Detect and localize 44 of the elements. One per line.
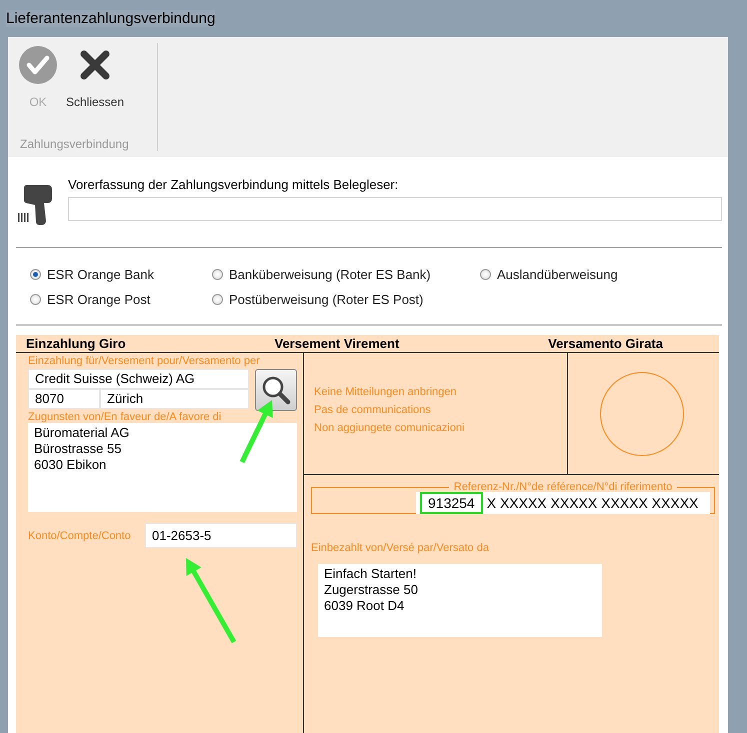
beneficiary-address-field[interactable]: Büromaterial AG Bürostrasse 55 6030 Ebikon xyxy=(28,423,297,512)
slip-heading: Versamento Girata xyxy=(548,336,663,352)
payer-address-field[interactable]: Einfach Starten! Zugerstrasse 50 6039 Root D4 xyxy=(318,564,602,637)
radio-button[interactable] xyxy=(30,294,41,305)
field-label: Konto/Compte/Conto xyxy=(28,530,131,542)
notice-text: Pas de communications xyxy=(314,404,432,416)
close-button[interactable]: Schliessen xyxy=(66,43,124,137)
radio-label[interactable]: Auslandüberweisung xyxy=(497,267,618,282)
field-label: Einzahlung für/Versement pour/Versamento per xyxy=(28,355,261,367)
radio-button[interactable] xyxy=(212,269,223,280)
notice-text: Keine Mitteilungen anbringen xyxy=(314,386,458,398)
address-line: Zugerstrasse 50 xyxy=(324,582,419,598)
radio-label[interactable]: ESR Orange Post xyxy=(47,292,150,307)
check-icon xyxy=(18,45,58,85)
reference-mask: X XXXXX XXXXX XXXXX XXXXX xyxy=(486,495,698,511)
radio-button[interactable] xyxy=(480,269,491,280)
reference-label: Referenz-Nr./N°de référence/N°di riferimento xyxy=(452,482,674,492)
group-label: Zahlungsverbindung xyxy=(19,137,130,151)
scanner-input-field[interactable] xyxy=(68,197,722,221)
notice-text: Non aggiungete comunicazioni xyxy=(314,422,466,434)
radio-label[interactable]: Postüberweisung (Roter ES Post) xyxy=(229,292,424,307)
city-field[interactable]: Zürich xyxy=(100,389,250,409)
address-line: Büromaterial AG xyxy=(34,425,130,441)
address-line: Bürostrasse 55 xyxy=(34,441,122,457)
search-button[interactable] xyxy=(255,369,297,411)
window-title: Lieferantenzahlungsverbindung xyxy=(6,10,216,27)
radio-label[interactable]: ESR Orange Bank xyxy=(47,267,154,282)
bank-name-field[interactable]: Credit Suisse (Schweiz) AG xyxy=(28,369,250,389)
field-label: Einbezahlt von/Versé par/Versato da xyxy=(311,542,490,554)
search-icon xyxy=(260,374,292,406)
field-label: Zugunsten von/En faveur de/A favore di xyxy=(28,411,222,423)
scanner-label: Vorerfassung der Zahlungsverbindung mittels Belegleser: xyxy=(68,177,400,192)
radio-button[interactable] xyxy=(30,269,41,280)
address-line: 6039 Root D4 xyxy=(324,598,406,614)
radio-label[interactable]: Banküberweisung (Roter ES Bank) xyxy=(229,267,431,282)
reference-field[interactable]: 913254 xyxy=(420,492,483,514)
address-line: Einfach Starten! xyxy=(324,566,418,582)
slip-heading: Einzahlung Giro xyxy=(26,336,126,352)
slip-heading: Versement Virement xyxy=(274,336,400,352)
address-line: 6030 Ebikon xyxy=(34,457,108,473)
account-field[interactable]: 01-2653-5 xyxy=(145,523,297,548)
radio-button[interactable] xyxy=(212,294,223,305)
zip-field[interactable]: 8070 xyxy=(28,389,100,409)
annotation-arrow xyxy=(240,400,273,464)
